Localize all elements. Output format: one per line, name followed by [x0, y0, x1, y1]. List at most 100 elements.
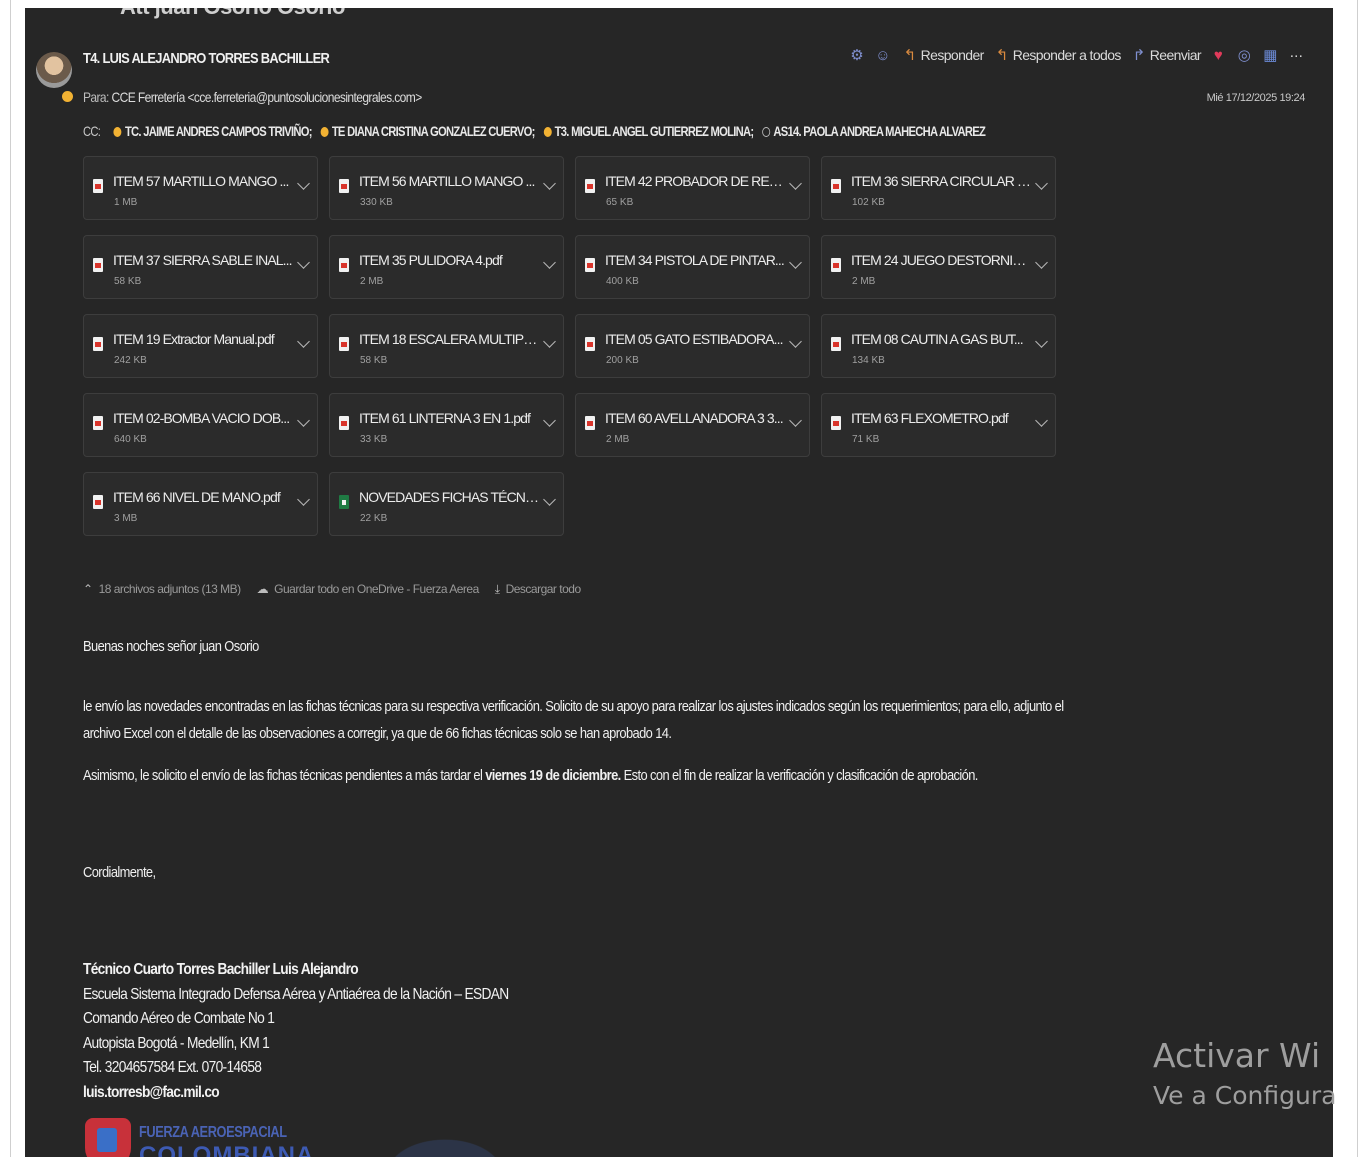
paragraph-1-line-1: le envío las novedades encontradas en la…	[83, 698, 1064, 715]
attachment-count: 18 archivos adjuntos (13 MB)	[98, 582, 242, 596]
attachment-card[interactable]: ITEM 42 PROBADOR DE RED... 65 KB	[575, 156, 810, 220]
attachment-card[interactable]: ITEM 02-BOMBA VACIO DOB... 640 KB	[83, 393, 318, 457]
chevron-down-icon[interactable]	[789, 414, 802, 427]
cc-recipient-1[interactable]: TC. JAIME ANDRES CAMPOS TRIVIÑO;	[125, 123, 313, 139]
pdf-file-icon	[93, 416, 103, 430]
attachment-card[interactable]: ITEM 37 SIERRA SABLE INAL... 58 KB	[83, 235, 318, 299]
more-icon[interactable]: ···	[1287, 47, 1305, 64]
attachment-card[interactable]: ITEM 56 MARTILLO MANGO ... 330 KB	[329, 156, 564, 220]
attachment-card[interactable]: ITEM 19 Extractor Manual.pdf 242 KB	[83, 314, 318, 378]
sender-name[interactable]: T4. LUIS ALEJANDRO TORRES BACHILLER	[83, 50, 330, 67]
save-onedrive-button[interactable]: ☁ Guardar todo en OneDrive - Fuerza Aerea	[256, 582, 480, 597]
attachment-size: 3 MB	[114, 513, 138, 524]
attachment-name: ITEM 19 Extractor Manual.pdf	[113, 331, 275, 347]
excel-file-icon	[339, 495, 349, 509]
chevron-down-icon[interactable]	[1035, 414, 1048, 427]
attachment-name: ITEM 34 PISTOLA DE PINTAR...	[605, 252, 785, 268]
emoji-icon[interactable]: ☺	[874, 47, 892, 64]
signature-email[interactable]: luis.torresb@fac.mil.co	[83, 1081, 508, 1106]
forward-icon: ↱	[1132, 47, 1146, 64]
to-recipient[interactable]: CCE Ferretería <cce.ferreteria@puntosolu…	[112, 89, 423, 105]
presence-dot-icon	[113, 127, 122, 137]
signature: Técnico Cuarto Torres Bachiller Luis Ale…	[83, 958, 509, 1106]
attachment-size: 71 KB	[852, 434, 880, 445]
chevron-down-icon[interactable]	[789, 256, 802, 269]
pdf-file-icon	[93, 179, 103, 193]
attachment-size: 2 MB	[606, 434, 630, 445]
closing: Cordialmente,	[83, 864, 156, 881]
watermark-line-2: Ve a Configura	[1153, 1081, 1337, 1110]
attachment-card[interactable]: ITEM 08 CAUTIN A GAS BUT... 134 KB	[821, 314, 1056, 378]
chevron-down-icon[interactable]	[543, 177, 556, 190]
attachment-name: ITEM 37 SIERRA SABLE INAL...	[113, 252, 293, 268]
chevron-down-icon[interactable]	[297, 335, 310, 348]
attachment-size: 58 KB	[360, 355, 388, 366]
cc-recipient-3[interactable]: T3. MIGUEL ANGEL GUTIERREZ MOLINA;	[555, 123, 754, 139]
attachment-name: ITEM 02-BOMBA VACIO DOB...	[113, 410, 290, 426]
heart-icon[interactable]: ♥	[1209, 47, 1227, 64]
message-date: Mié 17/12/2025 19:24	[1206, 92, 1306, 104]
apps-icon[interactable]: ◎	[1235, 46, 1253, 64]
collapse-attachments-button[interactable]: ⌃ 18 archivos adjuntos (13 MB)	[83, 582, 241, 597]
attachment-size: 58 KB	[114, 276, 142, 287]
attachment-name: ITEM 18 ESCALERA MULTIPR...	[359, 331, 539, 347]
translate-icon[interactable]: ⚙	[848, 46, 866, 64]
attachment-name: NOVEDADES FICHAS TÉCNIC...	[359, 489, 539, 505]
chevron-down-icon[interactable]	[297, 414, 310, 427]
chevron-down-icon[interactable]	[1035, 177, 1048, 190]
attachment-name: ITEM 63 FLEXOMETRO.pdf	[851, 410, 1009, 426]
organization-logo: FUERZA AEROESPACIAL COLOMBIANA	[85, 1108, 545, 1157]
chevron-down-icon[interactable]	[1035, 335, 1048, 348]
notes-icon[interactable]: ▦	[1261, 46, 1279, 64]
presence-status-icon	[61, 90, 74, 103]
pdf-file-icon	[93, 258, 103, 272]
attachment-card[interactable]: ITEM 60 AVELLANADORA 3 3... 2 MB	[575, 393, 810, 457]
shield-icon	[85, 1118, 131, 1157]
pdf-file-icon	[93, 337, 103, 351]
attachment-size: 1 MB	[114, 197, 138, 208]
chevron-down-icon[interactable]	[297, 493, 310, 506]
download-all-button[interactable]: ⤓ Descargar todo	[495, 582, 581, 597]
attachment-card[interactable]: ITEM 66 NIVEL DE MANO.pdf 3 MB	[83, 472, 318, 536]
attachment-card[interactable]: ITEM 05 GATO ESTIBADORA... 200 KB	[575, 314, 810, 378]
forward-button[interactable]: ↱ Reenviar	[1132, 46, 1202, 64]
chevron-down-icon[interactable]	[297, 256, 310, 269]
attachment-card[interactable]: ITEM 35 PULIDORA 4.pdf 2 MB	[329, 235, 564, 299]
chevron-down-icon[interactable]	[543, 493, 556, 506]
chevron-down-icon[interactable]	[543, 256, 556, 269]
signature-line-4: Tel. 3204657584 Ext. 070-14658	[83, 1059, 262, 1076]
chevron-down-icon[interactable]	[789, 177, 802, 190]
paragraph-1-line-2: archivo Excel con el detalle de las obse…	[83, 725, 672, 742]
attachment-card[interactable]: NOVEDADES FICHAS TÉCNIC... 22 KB	[329, 472, 564, 536]
chevron-down-icon[interactable]	[543, 335, 556, 348]
attachment-name: ITEM 57 MARTILLO MANGO ...	[113, 173, 289, 189]
attachment-card[interactable]: ITEM 63 FLEXOMETRO.pdf 71 KB	[821, 393, 1056, 457]
attachment-size: 2 MB	[852, 276, 876, 287]
attachment-card[interactable]: ITEM 61 LINTERNA 3 EN 1.pdf 33 KB	[329, 393, 564, 457]
reply-all-icon: ↰	[995, 47, 1009, 64]
attachment-card[interactable]: ITEM 24 JUEGO DESTORNILL... 2 MB	[821, 235, 1056, 299]
chevron-down-icon[interactable]	[543, 414, 556, 427]
pdf-file-icon	[93, 495, 103, 509]
attachment-card[interactable]: ITEM 34 PISTOLA DE PINTAR... 400 KB	[575, 235, 810, 299]
cc-recipient-4[interactable]: AS14. PAOLA ANDREA MAHECHA ALVAREZ	[773, 123, 985, 139]
attachment-size: 65 KB	[606, 197, 634, 208]
attachment-card[interactable]: ITEM 57 MARTILLO MANGO ... 1 MB	[83, 156, 318, 220]
cutoff-title: Att juan Osorio Osorio	[120, 8, 345, 20]
pdf-file-icon	[339, 179, 349, 193]
presence-dot-icon	[543, 127, 552, 137]
chevron-down-icon[interactable]	[789, 335, 802, 348]
chevron-down-icon[interactable]	[297, 177, 310, 190]
cloud-icon: ☁	[256, 582, 269, 596]
reply-all-button[interactable]: ↰ Responder a todos	[995, 46, 1122, 64]
presence-dot-icon	[320, 127, 329, 137]
cc-recipient-2[interactable]: TE DIANA CRISTINA GONZALEZ CUERVO;	[332, 123, 536, 139]
attachment-name: ITEM 60 AVELLANADORA 3 3...	[605, 410, 784, 426]
to-label: Para:	[83, 89, 109, 105]
chevron-down-icon[interactable]	[1035, 256, 1048, 269]
attachment-card[interactable]: ITEM 18 ESCALERA MULTIPR... 58 KB	[329, 314, 564, 378]
sender-avatar[interactable]	[36, 52, 72, 88]
attachment-card[interactable]: ITEM 36 SIERRA CIRCULAR D... 102 KB	[821, 156, 1056, 220]
reply-button[interactable]: ↰ Responder	[904, 46, 985, 64]
attachment-name: ITEM 42 PROBADOR DE RED...	[605, 173, 785, 189]
